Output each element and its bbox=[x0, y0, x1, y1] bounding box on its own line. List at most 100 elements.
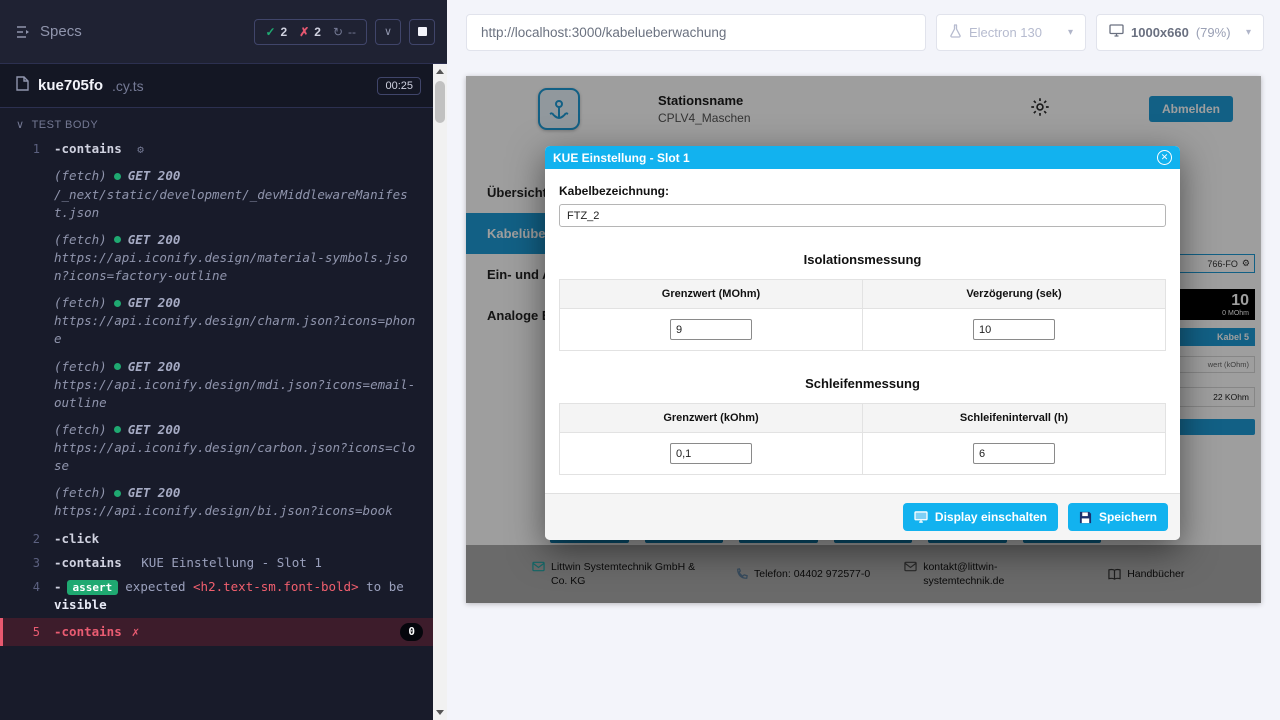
stat-pending: ↻ -- bbox=[333, 25, 356, 39]
loop-limit-input[interactable] bbox=[670, 443, 752, 464]
fetch-status: GET 200 bbox=[128, 358, 181, 376]
iso-col-delay: Verzögerung (sek) bbox=[863, 280, 1166, 309]
scroll-up-arrow[interactable] bbox=[433, 64, 447, 79]
log-row-assert[interactable]: 4 -assertexpected <h2.text-sm.font-bold>… bbox=[0, 575, 433, 617]
runner-scrollbar[interactable] bbox=[433, 64, 447, 720]
log-row-number: 5 bbox=[3, 623, 54, 641]
isolation-table: Grenzwert (MOhm) Verzögerung (sek) bbox=[559, 279, 1166, 351]
modal-header: KUE Einstellung - Slot 1 ✕ bbox=[545, 146, 1180, 169]
browser-select[interactable]: Electron 130 ▾ bbox=[936, 14, 1086, 51]
command-name: -contains bbox=[54, 141, 122, 156]
loop-section-title: Schleifenmessung bbox=[559, 376, 1166, 391]
stat-passed: ✓ 2 bbox=[265, 25, 287, 39]
fetch-url: https://api.iconify.design/material-symb… bbox=[54, 249, 423, 285]
log-fetch-entry[interactable]: (fetch) GET 200 https://api.iconify.desi… bbox=[0, 355, 433, 415]
spec-file-row[interactable]: kue705fo .cy.ts 00:25 bbox=[0, 64, 433, 108]
fetch-label: (fetch) bbox=[54, 231, 107, 249]
status-dot-icon bbox=[114, 363, 121, 370]
command-name: -contains bbox=[54, 623, 122, 641]
log-row-contains-failed[interactable]: 5 -contains ✗ 0 bbox=[0, 618, 433, 646]
log-row-number: 3 bbox=[0, 554, 54, 572]
status-dot-icon bbox=[114, 300, 121, 307]
modal-footer: Display einschalten Speichern bbox=[545, 493, 1180, 540]
flask-icon bbox=[949, 24, 962, 41]
browser-label: Electron 130 bbox=[969, 25, 1042, 40]
status-dot-icon bbox=[114, 173, 121, 180]
loop-col-limit: Grenzwert (kOhm) bbox=[560, 404, 863, 433]
chevron-down-icon: ▾ bbox=[1246, 27, 1251, 38]
failed-cross-icon: ✗ bbox=[132, 623, 140, 641]
fetch-url: https://api.iconify.design/charm.json?ic… bbox=[54, 312, 423, 348]
log-row-number: 2 bbox=[0, 530, 54, 548]
runner-header: Specs ✓ 2 ✗ 2 ↻ -- ∨ bbox=[0, 0, 447, 64]
isolation-section-title: Isolationsmessung bbox=[559, 252, 1166, 267]
fetch-status: GET 200 bbox=[128, 294, 181, 312]
test-body-toggle[interactable]: ∨ TEST BODY bbox=[0, 108, 433, 137]
viewport-select[interactable]: 1000x660 (79%) ▾ bbox=[1096, 14, 1264, 51]
fetch-status: GET 200 bbox=[128, 167, 181, 185]
scroll-down-arrow[interactable] bbox=[433, 705, 447, 720]
pending-count: -- bbox=[348, 25, 356, 39]
spec-timer: 00:25 bbox=[377, 77, 421, 95]
loop-interval-input[interactable] bbox=[973, 443, 1055, 464]
status-dot-icon bbox=[114, 490, 121, 497]
iso-col-limit: Grenzwert (MOhm) bbox=[560, 280, 863, 309]
log-row-number: 1 bbox=[0, 140, 54, 158]
assert-dash: - bbox=[54, 579, 62, 594]
failed-cross-icon: ✗ bbox=[299, 25, 309, 39]
stat-failed: ✗ 2 bbox=[299, 25, 321, 39]
viewport-zoom: (79%) bbox=[1196, 25, 1231, 40]
log-row-click[interactable]: 2 -click bbox=[0, 527, 433, 551]
specs-menu-button[interactable]: Specs bbox=[16, 23, 82, 40]
log-fetch-entry[interactable]: (fetch) GET 200 https://api.iconify.desi… bbox=[0, 481, 433, 523]
iso-limit-input[interactable] bbox=[670, 319, 752, 340]
test-stats: ✓ 2 ✗ 2 ↻ -- bbox=[254, 19, 367, 45]
passed-count: 2 bbox=[281, 25, 288, 39]
log-fetch-entry[interactable]: (fetch) GET 200 /_next/static/developmen… bbox=[0, 164, 433, 224]
cable-name-input[interactable] bbox=[559, 204, 1166, 227]
log-fetch-entry[interactable]: (fetch) GET 200 https://api.iconify.desi… bbox=[0, 418, 433, 478]
command-log: 1 -contains ⚙ (fetch) GET 200 /_ bbox=[0, 137, 433, 646]
fetch-label: (fetch) bbox=[54, 421, 107, 439]
test-body-label: TEST BODY bbox=[32, 119, 99, 131]
modal-title: KUE Einstellung - Slot 1 bbox=[553, 151, 690, 165]
scrollbar-thumb[interactable] bbox=[435, 81, 445, 123]
monitor-icon bbox=[914, 511, 928, 523]
fetch-label: (fetch) bbox=[54, 358, 107, 376]
aut-viewport: Stationsname CPLV4_Maschen Abmelden Über… bbox=[447, 64, 1280, 720]
iso-delay-input[interactable] bbox=[973, 319, 1055, 340]
log-row-contains-2[interactable]: 3 -contains KUE Einstellung - Slot 1 bbox=[0, 551, 433, 575]
url-input[interactable] bbox=[466, 14, 926, 51]
fetch-url: https://api.iconify.design/carbon.json?i… bbox=[54, 439, 423, 475]
fetch-url: /_next/static/development/_devMiddleware… bbox=[54, 186, 423, 222]
stop-tests-button[interactable] bbox=[409, 19, 435, 45]
save-button[interactable]: Speichern bbox=[1068, 503, 1168, 531]
log-row-number: 4 bbox=[0, 578, 54, 614]
collapse-runner-button[interactable]: ∨ bbox=[375, 19, 401, 45]
chevron-down-icon: ▾ bbox=[1068, 27, 1073, 38]
pending-reload-icon: ↻ bbox=[333, 25, 343, 39]
fetch-url: https://api.iconify.design/mdi.json?icon… bbox=[54, 376, 423, 412]
specs-list-icon bbox=[16, 25, 32, 39]
aut-stage: Electron 130 ▾ 1000x660 (79%) ▾ Stations… bbox=[447, 0, 1280, 720]
assert-badge: assert bbox=[67, 580, 119, 595]
command-argument: KUE Einstellung - Slot 1 bbox=[141, 555, 322, 570]
fetch-label: (fetch) bbox=[54, 484, 107, 502]
viewport-size: 1000x660 bbox=[1131, 25, 1189, 40]
chevron-down-icon: ∨ bbox=[384, 25, 392, 38]
assert-text-pre: expected bbox=[125, 579, 185, 594]
log-row-contains-1[interactable]: 1 -contains ⚙ bbox=[0, 137, 433, 161]
stop-icon bbox=[418, 27, 427, 36]
passed-check-icon: ✓ bbox=[265, 25, 275, 39]
fetch-status: GET 200 bbox=[128, 484, 181, 502]
gear-icon: ⚙ bbox=[137, 143, 144, 156]
status-dot-icon bbox=[114, 426, 121, 433]
close-icon[interactable]: ✕ bbox=[1157, 150, 1172, 165]
spec-name: kue705fo bbox=[38, 77, 103, 94]
log-fetch-entry[interactable]: (fetch) GET 200 https://api.iconify.desi… bbox=[0, 228, 433, 288]
loop-table: Grenzwert (kOhm) Schleifenintervall (h) bbox=[559, 403, 1166, 475]
display-on-button[interactable]: Display einschalten bbox=[903, 503, 1058, 531]
fetch-status: GET 200 bbox=[128, 421, 181, 439]
log-fetch-entry[interactable]: (fetch) GET 200 https://api.iconify.desi… bbox=[0, 291, 433, 351]
command-name: -contains bbox=[54, 555, 122, 570]
